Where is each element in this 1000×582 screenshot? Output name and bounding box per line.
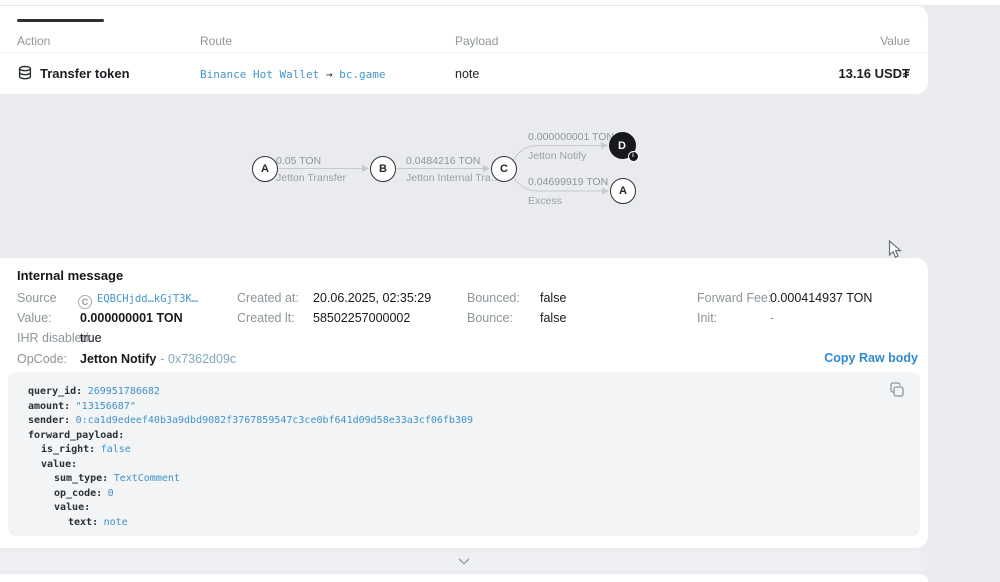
payload-cell: note <box>455 67 479 81</box>
table-row[interactable]: Transfer token Binance Hot Wallet → bc.g… <box>0 53 928 94</box>
action-label: Transfer token <box>40 66 130 81</box>
panel-title: Internal message <box>17 268 123 283</box>
field-value-created-lt: 58502257000002 <box>313 311 410 325</box>
code-value: TextComment <box>114 473 180 484</box>
code-value: 0 <box>108 488 114 499</box>
code-key: is_right: <box>41 444 95 455</box>
copy-raw-body-button[interactable]: Copy Raw body <box>824 351 918 365</box>
actions-table-card: Action Route Payload Value Transfer toke… <box>0 6 928 94</box>
route-from-link[interactable]: Binance Hot Wallet <box>200 68 319 81</box>
code-key: sum_type: <box>54 473 108 484</box>
edge-amount: 0.04699919 TON <box>528 176 608 188</box>
field-label-init: Init: <box>697 311 717 325</box>
code-key: text: <box>68 517 98 528</box>
internal-message-panel: Internal message Source C EQBCHjdd…kGjT3K… <box>0 258 928 548</box>
edge-amount: 0.05 TON <box>276 155 321 167</box>
code-key: query_id: <box>28 386 82 397</box>
chevron-down-icon <box>458 558 470 565</box>
field-value-ihr-disabled: true <box>80 331 102 345</box>
code-key: value: <box>54 502 90 513</box>
source-value[interactable]: C EQBCHjdd…kGjT3K… <box>78 289 198 309</box>
copy-icon[interactable] <box>888 381 906 399</box>
route-cell: Binance Hot Wallet → bc.game <box>200 68 385 81</box>
field-label-created-at: Created at: <box>237 291 299 305</box>
field-value-value: 0.000000001 TON <box>80 311 183 325</box>
code-value: "13156687" <box>76 401 136 412</box>
edge-description: Jetton Internal Tra… <box>406 172 501 184</box>
code-key: sender: <box>28 415 70 426</box>
source-address-link[interactable]: EQBCHjdd…kGjT3K… <box>97 293 198 305</box>
field-value-opcode: Jetton Notify - 0x7362d09c <box>80 352 236 366</box>
field-label-created-lt: Created lt: <box>237 311 295 325</box>
node-account-b[interactable]: B <box>370 156 396 182</box>
code-value: 269951786682 <box>88 386 160 397</box>
route-to-link[interactable]: bc.game <box>339 68 385 81</box>
column-header-action: Action <box>17 34 50 48</box>
edge-description: Excess <box>528 195 562 207</box>
field-value-bounce: false <box>540 311 566 325</box>
node-letter: D <box>618 140 626 152</box>
value-cell: 13.16 USD₮ <box>838 66 910 81</box>
route-arrow: → <box>326 68 333 81</box>
opcode-hex: - 0x7362d09c <box>160 352 236 366</box>
edge-description: Jetton Transfer <box>276 172 346 184</box>
column-header-value: Value <box>880 34 910 48</box>
code-value: false <box>101 444 131 455</box>
node-account-a2[interactable]: A <box>610 178 636 204</box>
field-label-forward-fee: Forward Fee: <box>697 291 771 305</box>
field-value-bounced: false <box>540 291 566 305</box>
column-header-route: Route <box>200 34 232 48</box>
field-label-bounced: Bounced: <box>467 291 520 305</box>
edge-amount: 0.000000001 TON <box>528 131 614 143</box>
database-icon <box>17 65 33 81</box>
payload-code-block: query_id:269951786682 amount:"13156687" … <box>8 372 920 536</box>
code-key: amount: <box>28 401 70 412</box>
field-value-init: - <box>770 311 774 325</box>
transaction-flow-diagram: 0.05 TON Jetton Transfer 0.0484216 TON J… <box>230 115 650 225</box>
node-account-c[interactable]: C <box>491 156 517 182</box>
expand-section-button[interactable] <box>0 551 928 571</box>
node-account-d-current[interactable]: D i <box>609 132 636 159</box>
edge-amount: 0.0484216 TON <box>406 155 480 167</box>
field-label-opcode: OpCode: <box>17 352 67 366</box>
field-value-forward-fee: 0.000414937 TON <box>770 291 872 305</box>
field-label-source: Source <box>17 291 57 305</box>
opcode-name: Jetton Notify <box>80 352 156 366</box>
field-value-created-at: 20.06.2025, 02:35:29 <box>313 291 431 305</box>
code-key: op_code: <box>54 488 102 499</box>
contract-badge-icon: C <box>78 295 92 309</box>
column-header-payload: Payload <box>455 34 498 48</box>
code-key: forward_payload: <box>28 430 124 441</box>
code-key: value: <box>41 459 77 470</box>
field-label-bounce: Bounce: <box>467 311 513 325</box>
code-value: note <box>104 517 128 528</box>
edge-description: Jetton Notify <box>528 150 586 162</box>
next-section-card <box>0 574 928 582</box>
token-badge-icon: i <box>628 151 639 162</box>
active-tab-indicator <box>17 19 104 22</box>
node-account-a[interactable]: A <box>252 156 278 182</box>
code-value: 0:ca1d9edeef40b3a9dbd9082f3767859547c3ce… <box>76 415 473 426</box>
field-label-value: Value: <box>17 311 52 325</box>
